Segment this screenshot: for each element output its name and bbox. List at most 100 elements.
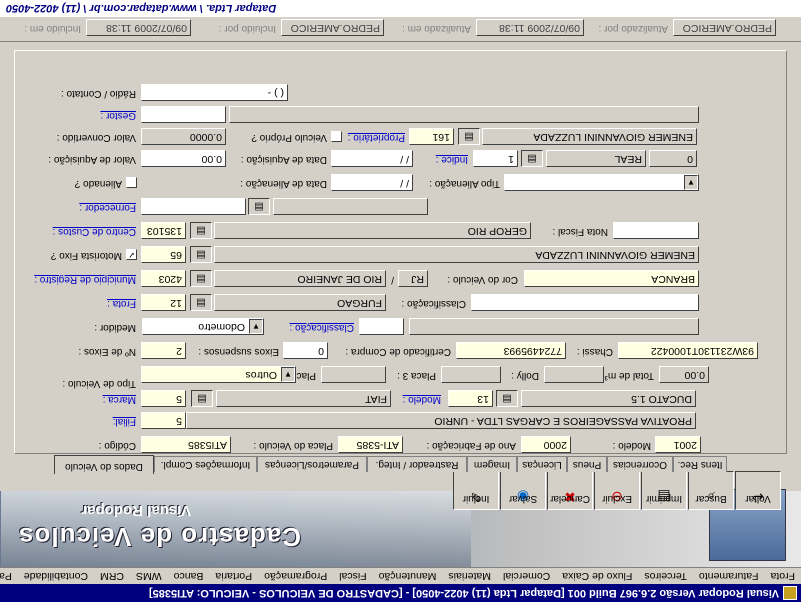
centro-custos-label[interactable]: Centro de Custos : bbox=[53, 226, 136, 237]
centro-custos-code-field[interactable]: 135103 bbox=[141, 222, 186, 239]
data-alienacao-field[interactable]: / / bbox=[331, 174, 413, 191]
menu-comercial[interactable]: Comercial bbox=[497, 570, 556, 582]
tab-parametros[interactable]: Parametros/Licenças bbox=[257, 456, 367, 472]
menu-terceiros[interactable]: Terceiros bbox=[638, 570, 693, 582]
motorista-lookup-icon[interactable]: ▤ bbox=[190, 246, 212, 263]
cancelar-label: Cancelar bbox=[549, 493, 591, 504]
chevron-down-icon[interactable]: ▼ bbox=[684, 175, 698, 190]
tab-ocorrencias[interactable]: Ocorrencias bbox=[607, 456, 673, 472]
menu-portaria[interactable]: Portaria bbox=[209, 570, 258, 582]
tab-informacoes[interactable]: Informações Compl. bbox=[154, 456, 257, 472]
menu-banco[interactable]: Banco bbox=[168, 570, 210, 582]
gestor-code-field[interactable] bbox=[141, 106, 226, 123]
chevron-down-icon[interactable]: ▼ bbox=[281, 367, 295, 382]
incluido-por-label: Incluido por : bbox=[218, 23, 276, 34]
proprietario-lookup-icon[interactable]: ▤ bbox=[458, 128, 480, 145]
menu-faturamento[interactable]: Faturamento bbox=[693, 570, 765, 582]
voltar-button[interactable]: ↩ Voltar bbox=[735, 471, 781, 510]
menu-crm[interactable]: CRM bbox=[94, 570, 130, 582]
menu-materiais[interactable]: Materiais bbox=[442, 570, 497, 582]
tab-pneus[interactable]: Pneus bbox=[567, 456, 607, 472]
incluir-label: Incluir bbox=[462, 493, 490, 504]
valor-aquisicao-field[interactable]: 0.00 bbox=[141, 150, 226, 167]
tab-dados-do-veiculo[interactable]: Dados do Veiculo bbox=[54, 455, 154, 474]
eixos-suspensos-field[interactable]: 0 bbox=[283, 342, 328, 359]
veiculo-proprio-checkbox[interactable] bbox=[331, 131, 342, 142]
marca-label[interactable]: Marca : bbox=[103, 394, 136, 405]
frota-label[interactable]: Frota : bbox=[107, 298, 136, 309]
salvar-label: Salvar bbox=[508, 493, 538, 504]
menu-programacao[interactable]: Programação bbox=[258, 570, 333, 582]
municipio-label[interactable]: Municipio de Registro : bbox=[34, 274, 136, 285]
tipo-veiculo-select[interactable]: Outros bbox=[141, 366, 296, 383]
menu-contabilidade[interactable]: Contabilidade bbox=[18, 570, 94, 582]
company-links[interactable]: Datapar Ltda. \ www.datapar.com.br \ (11… bbox=[6, 3, 276, 15]
salvar-button[interactable]: ◉ Salvar bbox=[500, 471, 546, 510]
buscar-button[interactable]: ⌕ Buscar bbox=[688, 471, 734, 510]
fornecedor-label[interactable]: Fornecedor : bbox=[79, 202, 136, 213]
motorista-code-field[interactable]: 65 bbox=[141, 246, 186, 263]
tab-bar: Itens Rec. Ocorrencias Pneus Licenças Im… bbox=[0, 455, 801, 474]
classificacao2-field[interactable] bbox=[471, 294, 699, 311]
municipio-code-field[interactable]: 4203 bbox=[141, 270, 186, 287]
chevron-down-icon[interactable]: ▼ bbox=[249, 319, 263, 334]
centro-custos-lookup-icon[interactable]: ▤ bbox=[190, 222, 212, 239]
classificacao-label[interactable]: Classificação : bbox=[290, 322, 354, 333]
modelo-code-field[interactable]: 13 bbox=[448, 390, 493, 407]
fornecedor-code-field[interactable] bbox=[141, 198, 246, 215]
indice-label[interactable]: Indice : bbox=[436, 154, 468, 165]
motorista-fixo-checkbox[interactable]: ✓ bbox=[126, 249, 137, 260]
uf-separator: / bbox=[391, 274, 394, 285]
cancelar-button[interactable]: ✖ Cancelar bbox=[547, 471, 593, 510]
tab-licencas[interactable]: Licenças bbox=[517, 456, 567, 472]
marca-code-field[interactable]: 5 bbox=[141, 390, 186, 407]
menu-fluxo-de-caixa[interactable]: Fluxo de Caixa bbox=[556, 570, 638, 582]
codigo-field[interactable]: ATI5385 bbox=[141, 436, 231, 453]
modelo-label[interactable]: Modelo : bbox=[403, 394, 441, 405]
menu-wms[interactable]: WMS bbox=[130, 570, 168, 582]
proprietario-label[interactable]: Proprietário : bbox=[348, 132, 405, 143]
tab-rastreador[interactable]: Rastreador / Integ. bbox=[367, 456, 467, 472]
filial-label[interactable]: Filial: bbox=[113, 416, 136, 427]
indice-code-field[interactable]: 1 bbox=[473, 150, 518, 167]
gestor-label[interactable]: Gestor : bbox=[100, 110, 136, 121]
menu-manutencao[interactable]: Manutenção bbox=[373, 570, 443, 582]
indice-lookup-icon[interactable]: ▤ bbox=[521, 150, 543, 167]
radio-contato-field[interactable]: ( ) - bbox=[141, 84, 288, 101]
placa-field[interactable]: ATI-5385 bbox=[338, 436, 403, 453]
imprimir-button[interactable]: ▤ Imprimir bbox=[641, 471, 687, 510]
proprietario-code-field[interactable]: 161 bbox=[409, 128, 454, 145]
classificacao-desc-field bbox=[409, 318, 699, 335]
menu-fiscal[interactable]: Fiscal bbox=[333, 570, 372, 582]
incluir-button[interactable]: ✎ Incluir bbox=[453, 471, 499, 510]
menu-pa[interactable]: Pa bbox=[0, 570, 18, 582]
municipio-lookup-icon[interactable]: ▤ bbox=[190, 270, 212, 287]
fornecedor-lookup-icon[interactable]: ▤ bbox=[248, 198, 270, 215]
certificado-field[interactable]: 7724495993 bbox=[456, 342, 566, 359]
cor-field[interactable]: BRANCA bbox=[524, 270, 699, 287]
centro-custos-name-field: GEROP RIO bbox=[214, 222, 531, 239]
tab-imagem[interactable]: Imagem bbox=[467, 456, 517, 472]
modelo-lookup-icon[interactable]: ▤ bbox=[496, 390, 518, 407]
frota-lookup-icon[interactable]: ▤ bbox=[190, 294, 212, 311]
nr-eixos-field[interactable]: 2 bbox=[141, 342, 186, 359]
menu-frota[interactable]: Frota bbox=[764, 570, 801, 582]
ano-fabricacao-field[interactable]: 2000 bbox=[521, 436, 571, 453]
frota-code-field[interactable]: 12 bbox=[141, 294, 186, 311]
classificacao-code-field[interactable] bbox=[359, 318, 404, 335]
company-link-row[interactable]: Datapar Ltda. \ www.datapar.com.br \ (11… bbox=[0, 0, 801, 17]
nota-fiscal-field[interactable] bbox=[613, 222, 699, 239]
indice-value-field: 0 bbox=[649, 150, 697, 167]
data-aquisicao-field[interactable]: / / bbox=[331, 150, 413, 167]
tipo-alienacao-select[interactable] bbox=[504, 174, 699, 191]
modelo-ano-field[interactable]: 2001 bbox=[655, 436, 701, 453]
medidor-select[interactable]: Odometro bbox=[142, 318, 264, 335]
window-title: Visual Rodopar Versão 2.6.967 Build 001 … bbox=[148, 587, 779, 599]
chassi-field[interactable]: 93W231130T1000422 bbox=[618, 342, 758, 359]
filial-code-field[interactable]: 5 bbox=[141, 412, 186, 429]
tipo-veiculo-label: Tipo de Veiculo : bbox=[62, 378, 136, 389]
alienado-checkbox[interactable] bbox=[126, 177, 137, 188]
tab-itens-rec[interactable]: Itens Rec. bbox=[673, 456, 727, 472]
marca-lookup-icon[interactable]: ▤ bbox=[191, 390, 213, 407]
excluir-button[interactable]: ⊖ Excluir bbox=[594, 471, 640, 510]
